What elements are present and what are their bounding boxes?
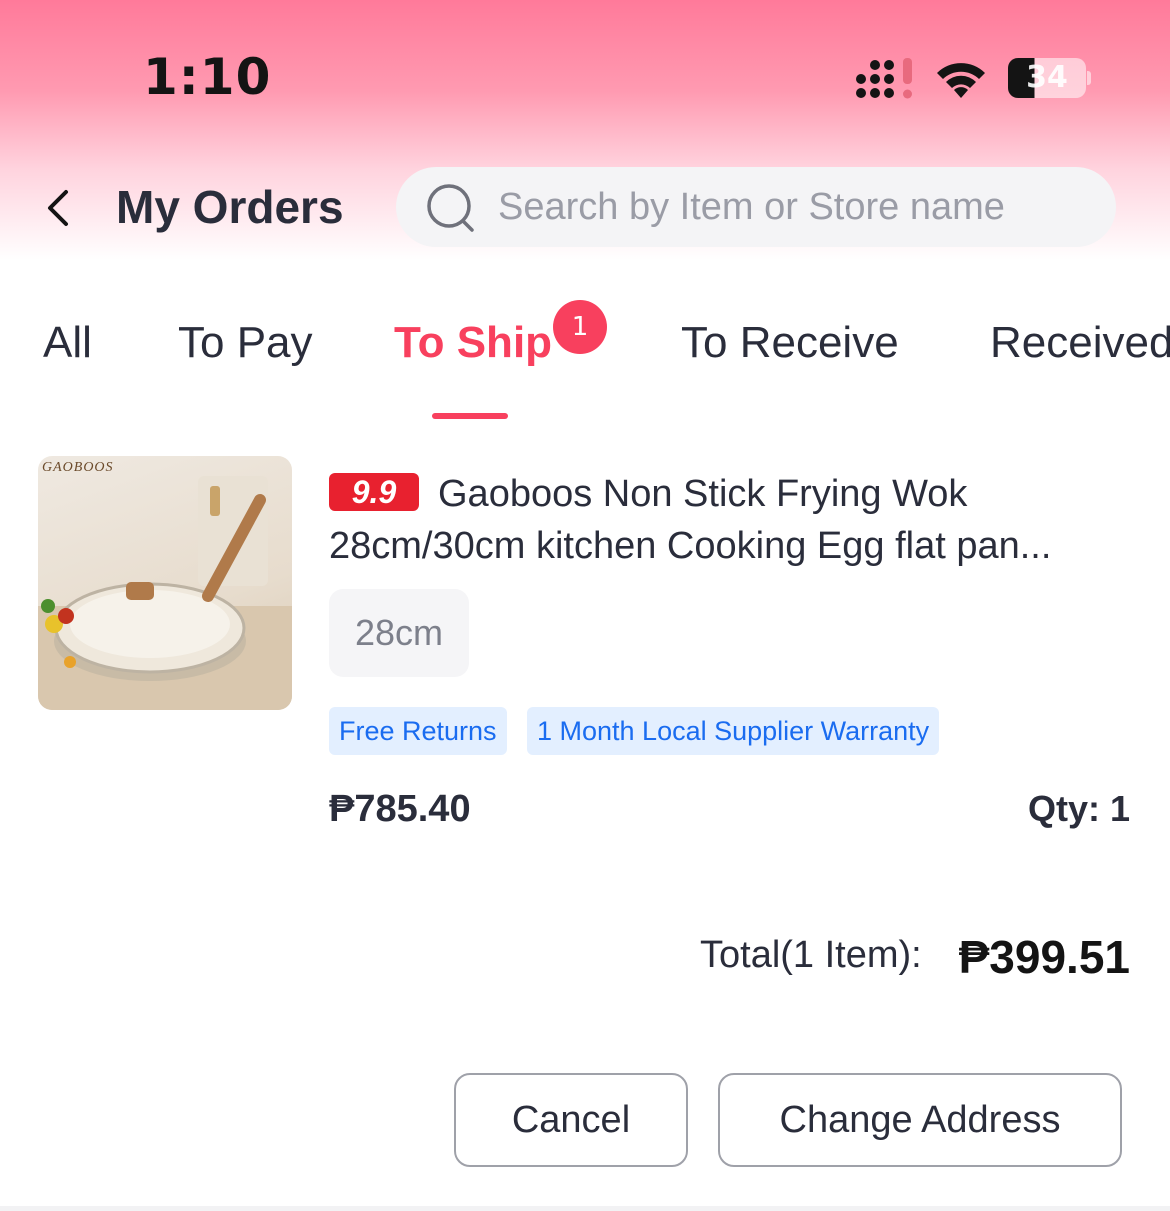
warranty-chip: 1 Month Local Supplier Warranty [527,707,940,755]
product-name[interactable]: Gaoboos Non Stick Frying Wok 28cm/30cm k… [329,468,1134,572]
tab-to-ship[interactable]: To Ship [394,318,552,368]
search-icon [427,184,474,232]
free-returns-chip: Free Returns [329,707,507,755]
item-quantity: Qty: 1 [1027,788,1130,829]
total-value: ₱399.51 [958,931,1130,983]
tab-to-ship-badge: 1 [553,300,607,354]
search-input[interactable] [498,167,1098,247]
cellular-signal-icon [856,58,912,99]
battery-tip [1087,71,1091,85]
orders-screen: 1:10 34 My Orders All To Pay To Ship 1 T… [0,0,1170,1211]
search-bar[interactable] [396,167,1116,247]
sale-tag: 9.9 [329,473,419,511]
back-arrow-icon[interactable] [38,182,82,234]
thumbnail-brand-text: GAOBOOS [42,460,114,475]
item-price: ₱785.40 [329,788,471,830]
product-thumbnail[interactable]: GAOBOOS [38,456,292,710]
tab-to-pay[interactable]: To Pay [178,318,313,368]
wifi-icon [937,63,985,98]
battery-icon: 34 [1008,58,1086,98]
page-title: My Orders [116,181,344,233]
frying-pan-image [38,476,292,710]
variant-label: 28cm [329,589,469,677]
tab-received[interactable]: Received [990,318,1170,368]
active-tab-indicator [432,413,508,419]
change-address-button[interactable]: Change Address [718,1073,1122,1167]
status-time: 1:10 [143,48,272,106]
tab-all[interactable]: All [43,318,92,368]
total-label: Total(1 Item): [700,934,922,976]
cancel-button[interactable]: Cancel [454,1073,688,1167]
tab-to-receive[interactable]: To Receive [681,318,899,368]
bottom-divider [0,1206,1170,1211]
